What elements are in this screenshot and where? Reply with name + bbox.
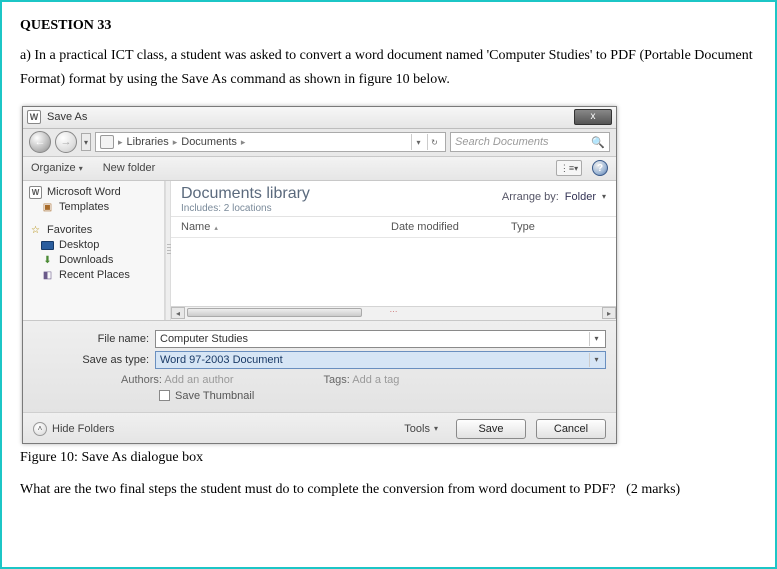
final-question: What are the two final steps the student…	[20, 482, 757, 498]
location-icon	[100, 135, 114, 149]
scroll-right-button[interactable]: ▸	[602, 307, 616, 319]
save-as-type-label: Save as type:	[81, 354, 155, 366]
hide-folders-toggle[interactable]: ˄ Hide Folders	[33, 422, 114, 436]
scroll-marker: ⋯	[390, 307, 398, 316]
sidebar-item-desktop[interactable]: Desktop	[29, 238, 158, 253]
file-name-row: File name: Computer Studies ▾	[81, 330, 606, 348]
star-icon: ☆	[29, 224, 42, 237]
nav-back-button[interactable]: ←	[29, 131, 51, 153]
breadcrumb-seg-libraries[interactable]: Libraries	[127, 136, 169, 148]
chevron-down-icon[interactable]: ▾	[589, 353, 603, 367]
address-dropdown[interactable]: ▾	[411, 134, 425, 150]
chevron-right-icon: ▸	[173, 137, 178, 148]
dialog-title: Save As	[47, 111, 87, 123]
address-breadcrumb[interactable]: ▸ Libraries ▸ Documents ▸ ▾ ↻	[95, 132, 446, 152]
sidebar-item-msword[interactable]: WMicrosoft Word	[29, 185, 158, 200]
authors-field[interactable]: Authors: Add an author	[121, 374, 234, 386]
refresh-button[interactable]: ↻	[427, 134, 441, 150]
question-title: QUESTION 33	[20, 18, 757, 34]
recent-icon: ◧	[41, 269, 54, 282]
col-date[interactable]: Date modified	[391, 221, 511, 233]
chevron-right-icon: ▸	[241, 137, 246, 148]
nav-forward-button[interactable]: →	[55, 131, 77, 153]
dialog-titlebar: W Save As x	[23, 107, 616, 129]
scroll-thumb[interactable]	[187, 308, 362, 317]
col-type[interactable]: Type	[511, 221, 535, 233]
new-folder-button[interactable]: New folder	[103, 162, 156, 174]
save-as-type-select[interactable]: Word 97-2003 Document ▾	[155, 351, 606, 369]
cancel-button[interactable]: Cancel	[536, 419, 606, 439]
figure-caption: Figure 10: Save As dialogue box	[20, 450, 757, 466]
save-as-dialog: W Save As x ← → ▾ ▸ Libraries ▸ Document…	[22, 106, 617, 444]
chevron-down-icon: ▾	[602, 192, 606, 201]
word-app-icon: W	[27, 110, 41, 124]
view-options-button[interactable]: ⋮≡ ▾	[556, 160, 582, 176]
chevron-down-icon: ▾	[79, 164, 83, 173]
save-thumbnail-label: Save Thumbnail	[175, 390, 254, 402]
chevron-down-icon[interactable]: ▾	[589, 332, 603, 346]
column-headers: Name▴ Date modified Type	[171, 217, 616, 238]
file-name-input[interactable]: Computer Studies ▾	[155, 330, 606, 348]
meta-row: Authors: Add an author Tags: Add a tag	[121, 374, 606, 386]
save-thumbnail-row[interactable]: Save Thumbnail	[159, 390, 606, 402]
download-icon: ⬇	[41, 254, 54, 267]
desktop-icon	[41, 239, 54, 252]
scroll-left-button[interactable]: ◂	[171, 307, 185, 319]
search-placeholder: Search Documents	[455, 136, 549, 148]
save-thumbnail-checkbox[interactable]	[159, 390, 170, 401]
marks: (2 marks)	[626, 482, 680, 497]
toolbar: Organize ▾ New folder ⋮≡ ▾ ?	[23, 157, 616, 181]
word-icon: W	[29, 186, 42, 199]
search-input[interactable]: Search Documents 🔍	[450, 132, 610, 152]
sidebar-item-templates[interactable]: ▣Templates	[29, 200, 158, 215]
save-button[interactable]: Save	[456, 419, 526, 439]
save-as-type-row: Save as type: Word 97-2003 Document ▾	[81, 351, 606, 369]
question-body: a) In a practical ICT class, a student w…	[20, 44, 757, 92]
breadcrumb-seg-documents[interactable]: Documents	[181, 136, 237, 148]
close-button[interactable]: x	[574, 109, 612, 125]
scroll-track[interactable]: ⋯	[185, 307, 602, 319]
help-button[interactable]: ?	[592, 160, 608, 176]
content-pane: Documents library Includes: 2 locations …	[171, 181, 616, 320]
horizontal-scrollbar[interactable]: ◂ ⋯ ▸	[171, 306, 616, 320]
chevron-right-icon: ▸	[118, 137, 123, 148]
nav-row: ← → ▾ ▸ Libraries ▸ Documents ▸ ▾ ↻ Sear…	[23, 129, 616, 157]
navigation-sidebar: WMicrosoft Word ▣Templates ☆Favorites De…	[23, 181, 165, 320]
mid-pane: WMicrosoft Word ▣Templates ☆Favorites De…	[23, 181, 616, 321]
file-name-label: File name:	[81, 333, 155, 345]
tags-field[interactable]: Tags: Add a tag	[324, 374, 400, 386]
arrange-by-control[interactable]: Arrange by: Folder ▾	[502, 185, 606, 203]
sidebar-item-recent[interactable]: ◧Recent Places	[29, 268, 158, 283]
search-icon: 🔍	[591, 136, 605, 149]
sidebar-item-downloads[interactable]: ⬇Downloads	[29, 253, 158, 268]
tools-menu[interactable]: Tools ▾	[404, 423, 438, 435]
fields-pane: File name: Computer Studies ▾ Save as ty…	[23, 321, 616, 412]
sidebar-item-favorites[interactable]: ☆Favorites	[29, 223, 158, 238]
chevron-down-icon: ▾	[434, 424, 438, 433]
col-name[interactable]: Name▴	[181, 221, 391, 233]
file-list-area[interactable]	[171, 238, 616, 306]
button-row: ˄ Hide Folders Tools ▾ Save Cancel	[23, 412, 616, 443]
nav-history-dropdown[interactable]: ▾	[81, 133, 91, 151]
sort-indicator-icon: ▴	[214, 225, 218, 232]
collapse-icon: ˄	[33, 422, 47, 436]
library-header: Documents library Includes: 2 locations …	[171, 181, 616, 217]
page-frame: QUESTION 33 a) In a practical ICT class,…	[0, 0, 777, 569]
folder-icon: ▣	[41, 201, 54, 214]
organize-menu[interactable]: Organize ▾	[31, 162, 83, 174]
library-title: Documents library	[181, 185, 310, 203]
library-subtitle: Includes: 2 locations	[181, 203, 310, 214]
